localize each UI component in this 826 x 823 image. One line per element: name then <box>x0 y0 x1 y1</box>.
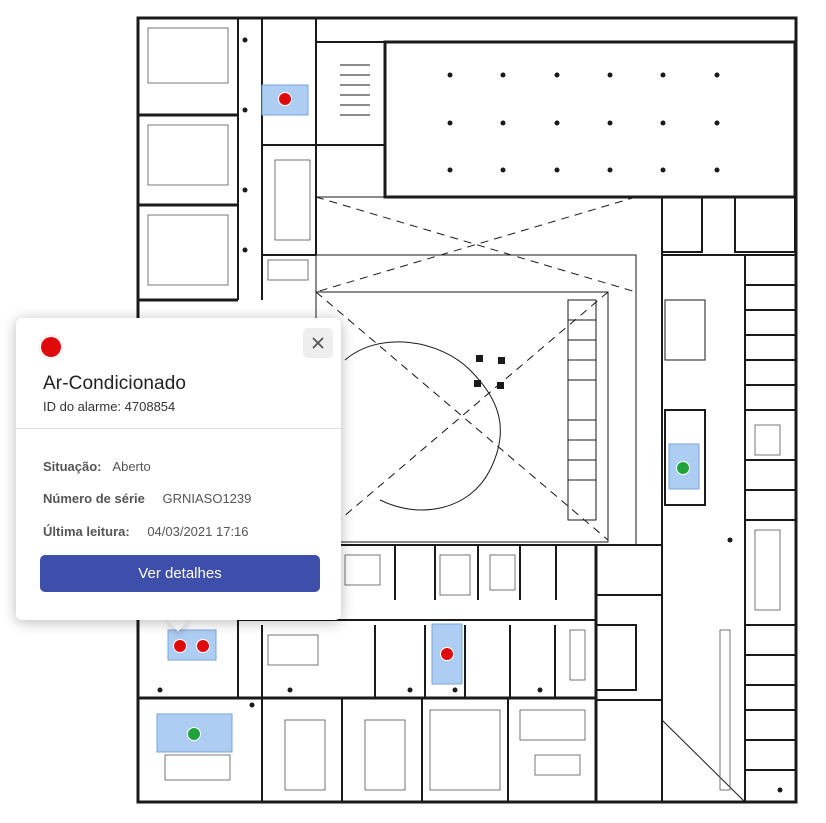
alarm-marker[interactable] <box>173 639 187 653</box>
ok-marker[interactable] <box>187 727 201 741</box>
alarm-popup: Ar-Condicionado ID do alarme: 4708854 Si… <box>16 318 341 620</box>
alarm-marker[interactable] <box>440 647 454 661</box>
alarm-marker[interactable] <box>278 92 292 106</box>
popup-title: Ar-Condicionado <box>43 373 187 394</box>
serial-row: Número de série GRNIASO1239 <box>43 491 251 506</box>
divider <box>16 428 341 429</box>
status-indicator-icon <box>41 337 61 357</box>
last-reading-row: Última leitura: 04/03/2021 17:16 <box>43 524 249 539</box>
alarm-marker[interactable] <box>196 639 210 653</box>
view-details-button[interactable]: Ver detalhes <box>40 555 320 592</box>
status-row: Situação: Aberto <box>43 459 151 474</box>
ok-marker[interactable] <box>676 461 690 475</box>
serial-label: Número de série <box>43 491 145 506</box>
alarm-id: ID do alarme: 4708854 <box>43 399 176 414</box>
status-label: Situação: <box>43 459 102 474</box>
status-value: Aberto <box>112 459 151 474</box>
serial-value: GRNIASO1239 <box>162 491 252 506</box>
close-icon <box>312 337 324 349</box>
close-button[interactable] <box>303 328 333 358</box>
last-reading-value: 04/03/2021 17:16 <box>147 524 249 539</box>
last-reading-label: Última leitura: <box>43 524 130 539</box>
